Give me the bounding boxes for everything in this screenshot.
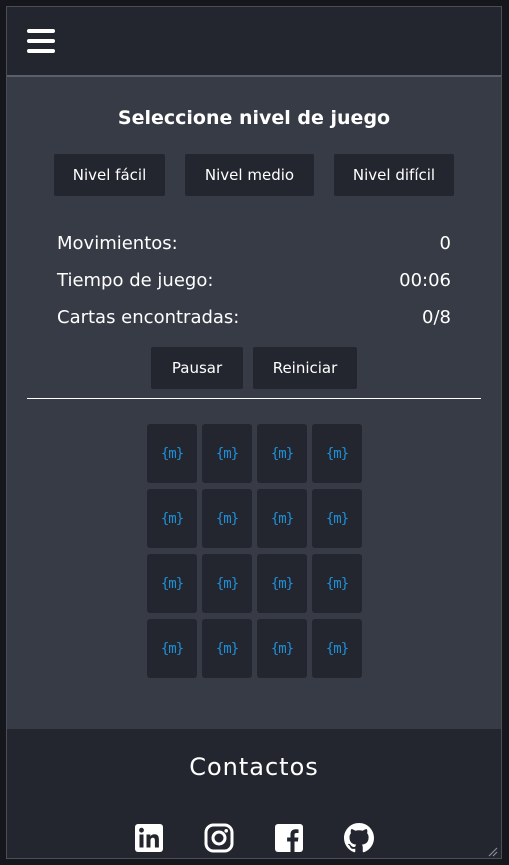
memory-card[interactable]: {m}: [147, 489, 197, 548]
m-braces-logo-icon: {m}: [160, 640, 184, 657]
m-braces-logo-icon: {m}: [160, 445, 184, 462]
memory-card[interactable]: {m}: [312, 424, 362, 483]
memory-card[interactable]: {m}: [257, 619, 307, 678]
memory-card[interactable]: {m}: [312, 619, 362, 678]
m-braces-logo-icon: {m}: [270, 640, 294, 657]
m-braces-logo-icon: {m}: [270, 445, 294, 462]
m-braces-logo-icon: {m}: [325, 510, 349, 527]
hard-level-button[interactable]: Nivel difícil: [334, 154, 454, 196]
facebook-icon[interactable]: [274, 823, 304, 853]
m-braces-logo-icon: {m}: [215, 445, 239, 462]
time-row: Tiempo de juego: 00:06: [57, 270, 451, 291]
divider: [27, 398, 481, 399]
memory-card[interactable]: {m}: [312, 489, 362, 548]
memory-card[interactable]: {m}: [257, 424, 307, 483]
restart-button[interactable]: Reiniciar: [253, 347, 357, 389]
easy-level-button[interactable]: Nivel fácil: [54, 154, 165, 196]
time-value: 00:06: [399, 270, 451, 291]
hamburger-menu-icon[interactable]: [27, 29, 55, 53]
time-label: Tiempo de juego:: [57, 270, 214, 291]
m-braces-logo-icon: {m}: [270, 510, 294, 527]
moves-label: Movimientos:: [57, 233, 178, 254]
m-braces-logo-icon: {m}: [215, 640, 239, 657]
moves-row: Movimientos: 0: [57, 233, 451, 254]
memory-card[interactable]: {m}: [202, 619, 252, 678]
memory-card[interactable]: {m}: [147, 554, 197, 613]
m-braces-logo-icon: {m}: [160, 510, 184, 527]
memory-card[interactable]: {m}: [202, 554, 252, 613]
top-bar: [7, 7, 501, 77]
m-braces-logo-icon: {m}: [325, 640, 349, 657]
moves-value: 0: [439, 233, 451, 254]
instagram-icon[interactable]: [204, 823, 234, 853]
app-window: Seleccione nivel de juego Nivel fácil Ni…: [6, 6, 502, 859]
memory-card[interactable]: {m}: [202, 489, 252, 548]
linkedin-icon[interactable]: [134, 823, 164, 853]
memory-card[interactable]: {m}: [147, 619, 197, 678]
m-braces-logo-icon: {m}: [325, 445, 349, 462]
resize-handle-icon[interactable]: [486, 845, 498, 857]
found-label: Cartas encontradas:: [57, 307, 240, 328]
pause-button[interactable]: Pausar: [151, 347, 243, 389]
memory-card[interactable]: {m}: [147, 424, 197, 483]
found-value: 0/8: [422, 307, 451, 328]
footer-title: Contactos: [189, 753, 319, 781]
memory-card[interactable]: {m}: [257, 489, 307, 548]
footer: Contactos: [7, 729, 501, 858]
found-row: Cartas encontradas: 0/8: [57, 307, 451, 328]
m-braces-logo-icon: {m}: [215, 575, 239, 592]
medium-level-button[interactable]: Nivel medio: [185, 154, 314, 196]
memory-card[interactable]: {m}: [257, 554, 307, 613]
level-select-title: Seleccione nivel de juego: [117, 107, 391, 129]
memory-card[interactable]: {m}: [202, 424, 252, 483]
github-icon[interactable]: [344, 823, 374, 853]
m-braces-logo-icon: {m}: [270, 575, 294, 592]
m-braces-logo-icon: {m}: [325, 575, 349, 592]
m-braces-logo-icon: {m}: [215, 510, 239, 527]
memory-card[interactable]: {m}: [312, 554, 362, 613]
m-braces-logo-icon: {m}: [160, 575, 184, 592]
